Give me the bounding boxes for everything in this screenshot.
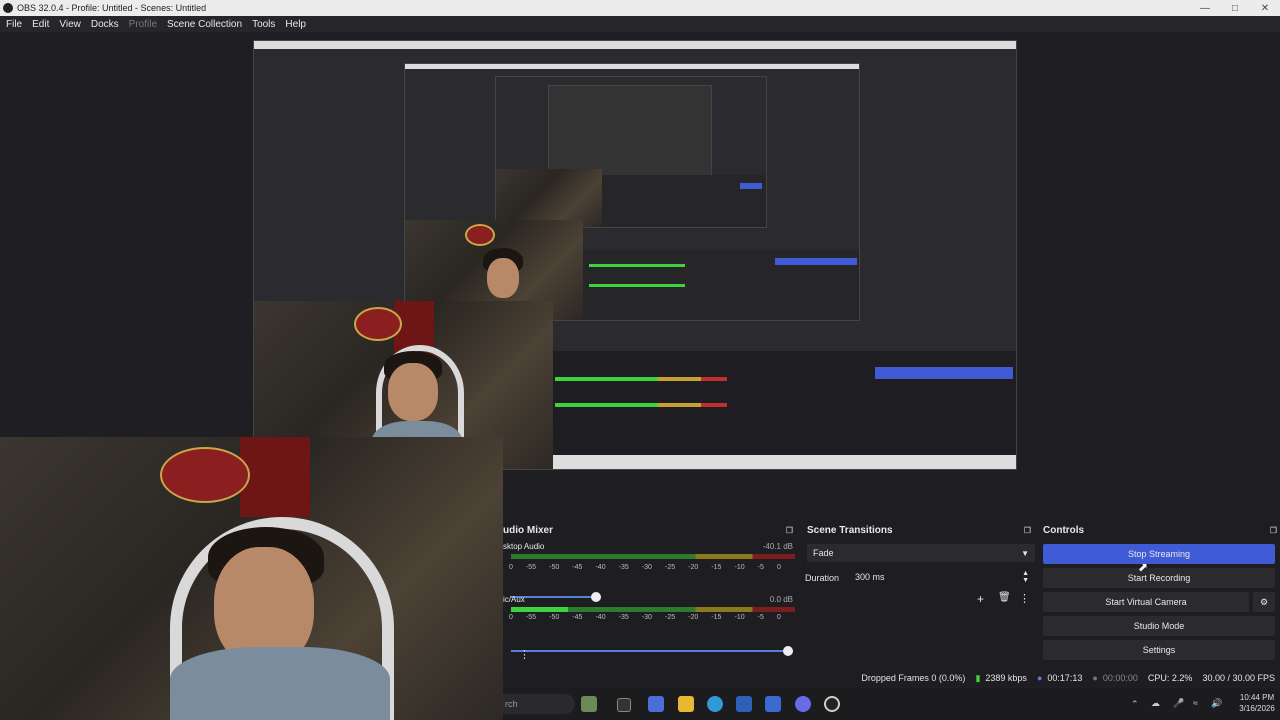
- duration-spinbox[interactable]: 300 ms ▲ ▼: [849, 568, 1035, 586]
- gear-icon[interactable]: ⚙: [1253, 592, 1275, 612]
- app-icon[interactable]: [765, 696, 781, 712]
- mic-icon[interactable]: 🎤: [1173, 698, 1184, 709]
- nested-docks-2: [583, 250, 859, 320]
- meter-scale: 0 -55 -50 -45 -40 -35 -30 -25 -20 -15 -10 -5 0: [509, 614, 781, 621]
- duration-value: 300 ms: [855, 572, 885, 582]
- taskbar: rch ⌃ ☁ 🎤 ≈ 🔊 10:44 PM 3/16/2026: [503, 688, 1280, 720]
- nested-preview-2: [404, 63, 860, 321]
- spin-arrows-icon[interactable]: ▲ ▼: [1022, 570, 1029, 584]
- popout-icon[interactable]: ❐: [1024, 526, 1031, 535]
- channel-name: ic/Aux: [503, 595, 525, 604]
- menu-scene-collection[interactable]: Scene Collection: [167, 19, 242, 30]
- scene-transitions-dock: Scene Transitions ❐ Fade ▼ Duration 300 …: [801, 522, 1037, 668]
- webcam-overlay: [0, 437, 503, 720]
- window-title: OBS 32.0.4 - Profile: Untitled - Scenes:…: [17, 3, 207, 13]
- menu-bar: File Edit View Docks Profile Scene Colle…: [0, 16, 1280, 32]
- search-box[interactable]: rch: [503, 694, 575, 714]
- menu-file[interactable]: File: [6, 19, 22, 30]
- dropped-frames: Dropped Frames 0 (0.0%): [861, 673, 966, 683]
- app-icon[interactable]: [581, 696, 597, 712]
- mouse-cursor-icon: ⬈: [1138, 560, 1149, 574]
- menu-docks[interactable]: Docks: [91, 19, 119, 30]
- close-icon[interactable]: ✕: [1250, 3, 1280, 14]
- audio-mixer-title: udio Mixer: [503, 524, 554, 536]
- stop-streaming-button[interactable]: Stop Streaming: [1043, 544, 1275, 564]
- chevron-up-icon[interactable]: ⌃: [1131, 699, 1139, 710]
- discord-icon[interactable]: [795, 696, 811, 712]
- channel-mic-aux: ic/Aux 0.0 dB: [503, 595, 799, 604]
- menu-help[interactable]: Help: [285, 19, 306, 30]
- duration-label: Duration: [805, 573, 840, 583]
- cpu-usage: CPU: 2.2%: [1147, 673, 1193, 683]
- folder-icon[interactable]: [678, 696, 694, 712]
- menu-tools[interactable]: Tools: [252, 19, 275, 30]
- add-icon[interactable]: +: [977, 592, 984, 606]
- stream-time: 00:17:13: [1047, 673, 1083, 683]
- clock[interactable]: 10:44 PM 3/16/2026: [1235, 692, 1279, 714]
- settings-button[interactable]: Settings: [1043, 640, 1275, 660]
- popout-icon[interactable]: ❐: [786, 526, 793, 535]
- minimize-icon[interactable]: —: [1190, 3, 1220, 14]
- chevron-down-icon: ▼: [1021, 548, 1029, 558]
- nested-titlebar: [254, 41, 1016, 49]
- stream-icon: ●: [1036, 673, 1043, 683]
- mixer-menu-icon[interactable]: ⋮: [519, 648, 530, 661]
- tray-icon[interactable]: ☁: [1151, 698, 1160, 709]
- volume-level: [511, 607, 795, 612]
- volume-meter: [511, 554, 795, 559]
- search-text: rch: [505, 699, 518, 709]
- obs-logo-icon: [3, 3, 13, 13]
- transition-select[interactable]: Fade ▼: [807, 544, 1035, 562]
- browser-icon[interactable]: [707, 696, 723, 712]
- channel-name: sktop Audio: [503, 542, 545, 551]
- trash-icon[interactable]: 🗑: [998, 592, 1011, 603]
- meter-scale: 0 -55 -50 -45 -40 -35 -30 -25 -20 -15 -10 -5 0: [509, 564, 781, 571]
- bitrate: 2389 kbps: [985, 673, 1027, 683]
- studio-mode-button[interactable]: Studio Mode: [1043, 616, 1275, 636]
- channel-db: 0.0 dB: [769, 595, 793, 604]
- scene-transitions-title: Scene Transitions: [807, 524, 893, 536]
- nested-preview-1: [253, 40, 1017, 470]
- fps: 30.00 / 30.00 FPS: [1202, 673, 1275, 683]
- start-virtual-camera-button[interactable]: Start Virtual Camera: [1043, 592, 1249, 612]
- channel-desktop-audio: sktop Audio -40.1 dB: [503, 542, 799, 551]
- record-time: 00:00:00: [1102, 673, 1138, 683]
- status-bar: Dropped Frames 0 (0.0%) ▮ 2389 kbps ● 00…: [503, 670, 1280, 686]
- menu-edit[interactable]: Edit: [32, 19, 49, 30]
- title-bar: OBS 32.0.4 - Profile: Untitled - Scenes:…: [0, 0, 1280, 16]
- menu-profile[interactable]: Profile: [129, 19, 157, 30]
- time: 10:44 PM: [1239, 693, 1275, 702]
- more-icon[interactable]: ⋮: [1019, 592, 1030, 605]
- menu-view[interactable]: View: [59, 19, 81, 30]
- controls-title: Controls: [1043, 524, 1085, 536]
- record-icon: ●: [1092, 673, 1098, 683]
- slider-knob[interactable]: [783, 646, 793, 656]
- volume-icon[interactable]: 🔊: [1211, 698, 1222, 709]
- wifi-icon[interactable]: ≈: [1193, 698, 1198, 708]
- app-icon[interactable]: [648, 696, 664, 712]
- signal-icon: ▮: [975, 672, 981, 683]
- task-view-icon[interactable]: [617, 698, 631, 712]
- transition-value: Fade: [813, 548, 834, 558]
- channel-db: -40.1 dB: [762, 542, 793, 551]
- store-icon[interactable]: [736, 696, 752, 712]
- date: 3/16/2026: [1239, 704, 1275, 713]
- popout-icon[interactable]: ❐: [1270, 526, 1277, 535]
- maximize-icon[interactable]: □: [1220, 3, 1250, 14]
- nested-docks-1: [553, 351, 1016, 469]
- nested-preview-3: [495, 76, 767, 228]
- audio-mixer-dock: udio Mixer ❐ sktop Audio -40.1 dB 0 -55 -5…: [503, 522, 799, 668]
- obs-icon[interactable]: [824, 696, 840, 712]
- start-recording-button[interactable]: Start Recording: [1043, 568, 1275, 588]
- volume-slider-mic[interactable]: [511, 646, 793, 656]
